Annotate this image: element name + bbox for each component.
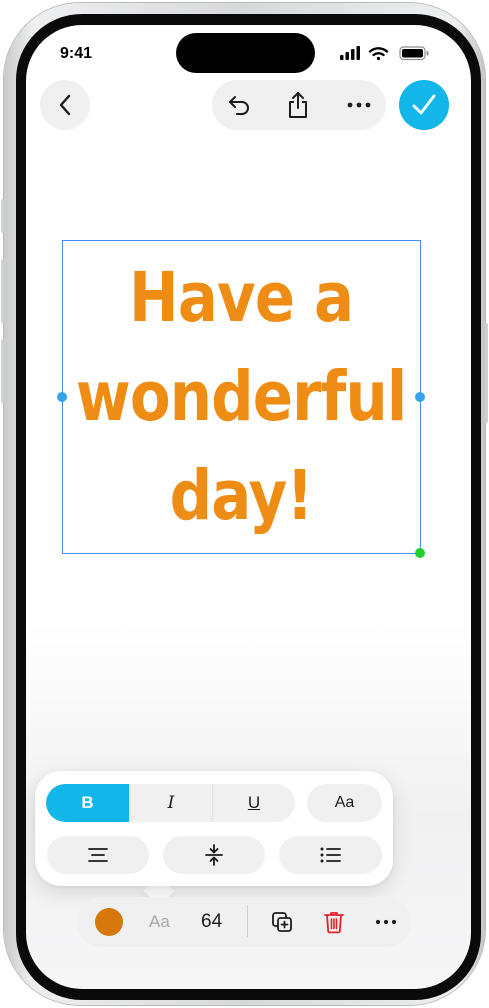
- font-style-button[interactable]: Aa: [149, 912, 170, 932]
- screen: 9:41 Have a wonderful day! B I U Aa Aa 6…: [26, 25, 471, 989]
- power-button: [485, 323, 488, 423]
- text-style-segmented-control: B I U: [46, 784, 295, 822]
- bottom-toolbar: [77, 897, 411, 947]
- right-resize-handle[interactable]: [415, 392, 425, 402]
- trash-icon: [324, 912, 344, 934]
- align-center-icon: [88, 848, 108, 862]
- ellipsis-icon: [375, 919, 397, 925]
- left-resize-handle[interactable]: [57, 392, 67, 402]
- done-button[interactable]: [399, 80, 449, 130]
- text-alignment-button[interactable]: [47, 836, 149, 874]
- volume-up-button: [1, 259, 4, 323]
- duplicate-button[interactable]: [267, 907, 297, 937]
- text-box-content[interactable]: Have a wonderful day!: [76, 249, 407, 546]
- font-size-button[interactable]: 64: [201, 911, 222, 933]
- share-icon: [289, 92, 307, 118]
- toolbar-divider: [247, 905, 248, 937]
- dynamic-island: [176, 33, 315, 73]
- underline-button[interactable]: U: [212, 784, 295, 822]
- chevron-left-icon: [59, 94, 71, 116]
- top-actions-pill: [212, 80, 386, 130]
- delete-button[interactable]: [319, 907, 349, 937]
- bold-button[interactable]: B: [46, 784, 129, 822]
- text-color-swatch[interactable]: [95, 908, 123, 936]
- status-icons: [339, 44, 434, 62]
- toolbar-more-button[interactable]: [371, 907, 401, 937]
- bullet-list-icon: [320, 847, 341, 863]
- ellipsis-icon: [347, 102, 371, 108]
- undo-button[interactable]: [214, 80, 264, 130]
- italic-button[interactable]: I: [129, 784, 212, 822]
- volume-down-button: [1, 339, 4, 403]
- text-box[interactable]: Have a wonderful day!: [62, 240, 421, 554]
- status-time: 9:41: [60, 45, 93, 62]
- text-line: Have a: [129, 257, 354, 338]
- vertical-alignment-button[interactable]: [163, 836, 265, 874]
- text-line: wonderful: [76, 356, 407, 437]
- vertical-center-icon: [205, 844, 223, 866]
- checkmark-icon: [412, 94, 436, 115]
- undo-icon: [229, 96, 249, 115]
- cellular-signal-icon: [340, 46, 360, 60]
- more-button[interactable]: [334, 80, 384, 130]
- action-button: [1, 199, 4, 233]
- back-button[interactable]: [40, 80, 90, 130]
- corner-resize-handle[interactable]: [415, 548, 425, 558]
- share-button[interactable]: [273, 80, 323, 130]
- list-style-button[interactable]: [279, 836, 382, 874]
- duplicate-icon: [272, 912, 292, 932]
- battery-icon: [399, 46, 429, 61]
- wifi-icon: [368, 47, 389, 61]
- font-button[interactable]: Aa: [307, 784, 382, 822]
- text-line: day!: [169, 455, 314, 536]
